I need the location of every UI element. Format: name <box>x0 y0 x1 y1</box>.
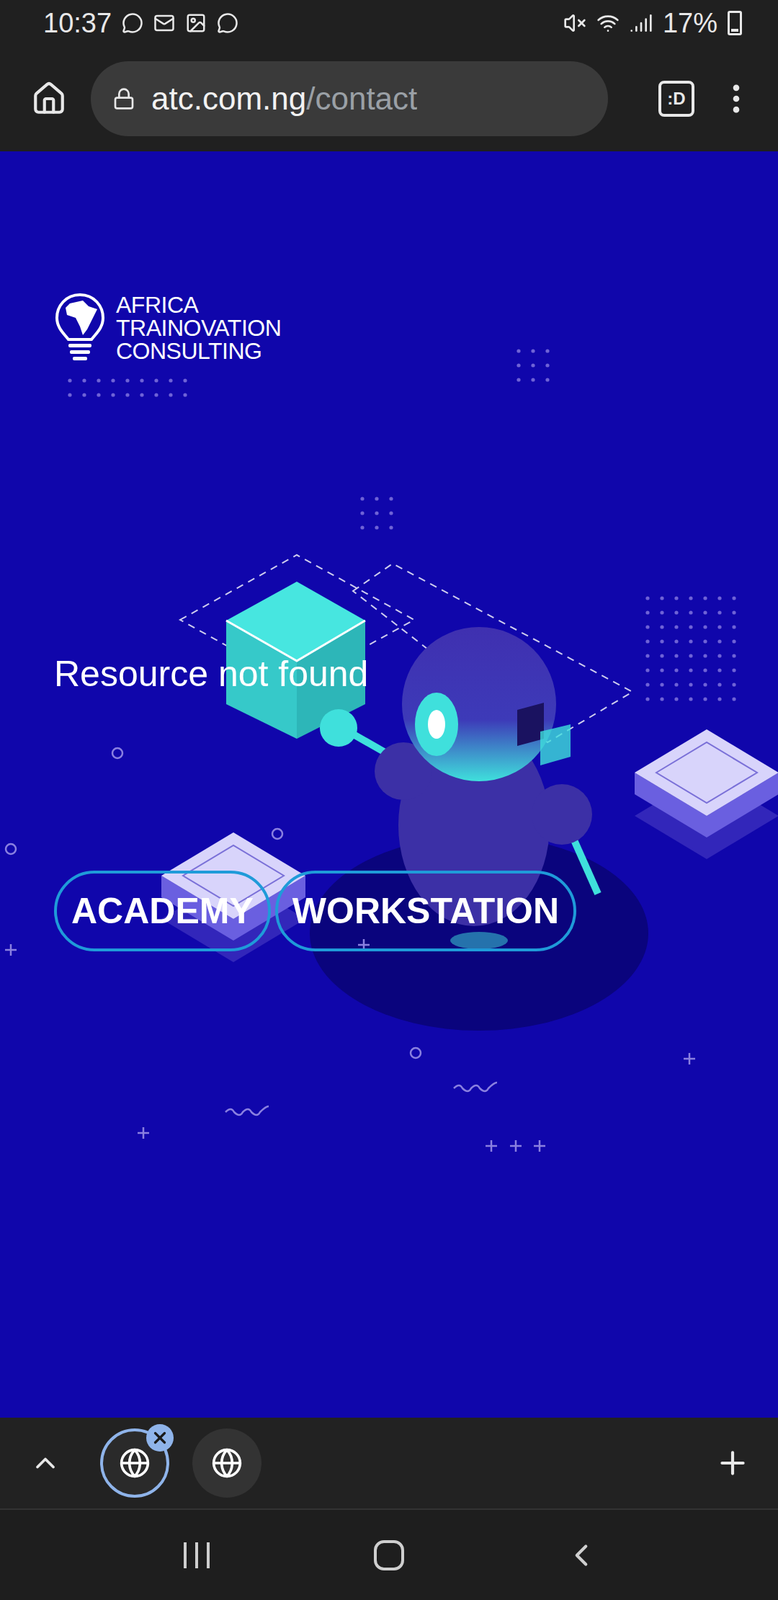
navigation-bar <box>0 1507 778 1600</box>
new-tab-button[interactable] <box>712 1442 753 1483</box>
battery-fill <box>731 28 739 32</box>
chevron-up-icon <box>29 1446 62 1479</box>
plus-icon <box>714 1444 751 1481</box>
more-icon <box>717 79 755 118</box>
recents-icon <box>180 1540 213 1569</box>
battery-percent: 17% <box>662 7 718 39</box>
button-row: ACADEMYWORKSTATION <box>54 870 577 951</box>
address-bar: atc.com.ng/contact :D <box>0 46 778 152</box>
mute-icon <box>563 11 587 35</box>
web-page: AFRICATRAINOVATIONCONSULTING Resource not… <box>0 151 778 1417</box>
logo-line: AFRICA <box>115 293 281 317</box>
url-host: atc.com.ng <box>151 80 307 116</box>
status-bar: 10:37 17% <box>0 0 778 47</box>
mail-icon <box>153 12 176 34</box>
logo-line: CONSULTING <box>115 339 281 363</box>
back-button[interactable] <box>561 1534 602 1575</box>
logo-line: TRAINOVATION <box>115 316 281 340</box>
right-dots <box>645 595 736 701</box>
center-dots <box>360 496 393 529</box>
gallery-icon <box>185 12 207 34</box>
tab-bar <box>0 1416 778 1508</box>
globe-icon <box>211 1446 243 1479</box>
company-logo[interactable]: AFRICATRAINOVATIONCONSULTING <box>54 291 281 364</box>
phone-screen: 10:37 17% atc.com.ng/contact :D AFRICATRAINO… <box>0 0 778 1600</box>
close-tab-button[interactable] <box>146 1423 174 1451</box>
close-icon <box>150 1427 170 1447</box>
logo-dots <box>67 378 187 397</box>
home-square-icon <box>372 1537 406 1572</box>
whatsapp-icon <box>216 12 239 34</box>
whatsapp-icon <box>121 12 144 34</box>
logo-text: AFRICATRAINOVATIONCONSULTING <box>115 293 281 363</box>
status-left: 10:37 <box>43 7 239 39</box>
page-content: AFRICATRAINOVATIONCONSULTING Resource not… <box>0 151 778 951</box>
recents-button[interactable] <box>176 1534 217 1575</box>
tab-strip <box>100 1427 678 1497</box>
wifi-icon <box>596 11 620 35</box>
tab-thumb[interactable] <box>192 1427 262 1497</box>
url-text: atc.com.ng/contact <box>151 80 418 117</box>
tab-thumb[interactable] <box>100 1427 170 1497</box>
url-field[interactable]: atc.com.ng/contact <box>90 61 608 137</box>
right-platform <box>634 729 778 859</box>
nav-button[interactable]: WORKSTATION <box>275 870 577 951</box>
status-right: 17% <box>563 7 742 39</box>
home-button[interactable] <box>28 78 70 119</box>
menu-button[interactable] <box>716 78 757 119</box>
home-nav-button[interactable] <box>368 1534 410 1575</box>
decorations <box>5 747 696 1152</box>
expand-tabs-button[interactable] <box>25 1442 66 1483</box>
back-icon <box>563 1536 600 1573</box>
url-path: /contact <box>306 80 418 116</box>
lock-icon <box>112 87 136 111</box>
home-icon <box>30 80 67 117</box>
nav-button[interactable]: ACADEMY <box>54 870 271 951</box>
globe-icon <box>118 1446 151 1479</box>
top-dots <box>516 348 549 382</box>
africa-bulb-logo-icon <box>54 291 106 364</box>
error-message: Resource not found <box>54 651 369 696</box>
tab-switcher-button[interactable]: :D <box>658 80 695 117</box>
status-time: 10:37 <box>43 7 112 39</box>
signal-icon <box>629 11 653 35</box>
battery-icon <box>727 10 742 36</box>
